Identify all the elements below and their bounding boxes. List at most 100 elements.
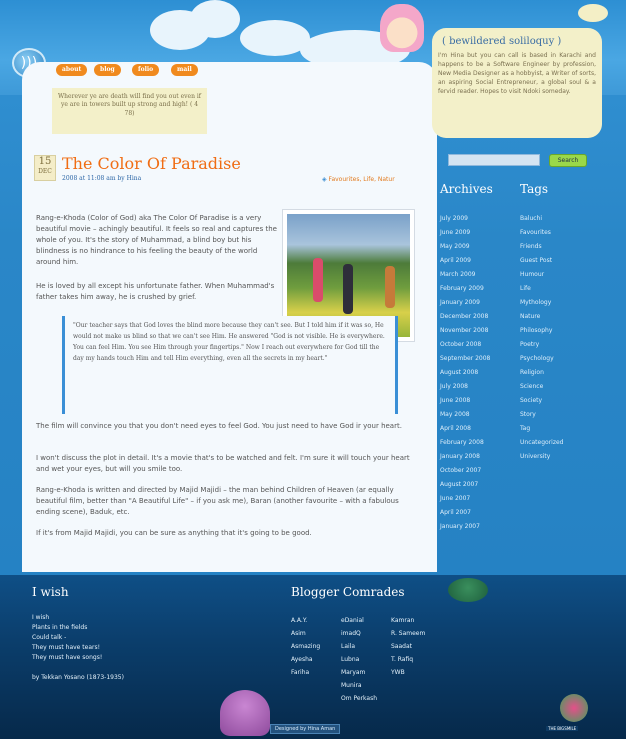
tag-link[interactable]: Mythology xyxy=(520,296,610,310)
archive-link[interactable]: December 2008 xyxy=(440,310,520,324)
archive-link[interactable]: March 2009 xyxy=(440,268,520,282)
comrade-link[interactable]: Kamran xyxy=(391,614,425,627)
comrades-col-3: Kamran R. Sameem Saadat T. Rafiq YWB xyxy=(391,614,425,679)
archive-link[interactable]: May 2008 xyxy=(440,408,520,422)
comrades-title: Blogger Comrades xyxy=(291,585,405,599)
tag-link[interactable]: Philosophy xyxy=(520,324,610,338)
archive-link[interactable]: July 2008 xyxy=(440,380,520,394)
comrade-link[interactable]: Ayesha xyxy=(291,653,320,666)
poem-line: I wish xyxy=(32,614,50,621)
badge-label: THE BIGSMILE xyxy=(546,726,579,731)
archives-list: July 2009 June 2009 May 2009 April 2009 … xyxy=(440,212,520,534)
turtle-illustration xyxy=(448,578,488,602)
tag-link[interactable]: Humour xyxy=(520,268,610,282)
archive-link[interactable]: April 2009 xyxy=(440,254,520,268)
archive-link[interactable]: September 2008 xyxy=(440,352,520,366)
tag-icon: ◈ xyxy=(322,176,327,183)
comrade-link[interactable]: A.A.Y. xyxy=(291,614,320,627)
tag-link[interactable]: University xyxy=(520,450,610,464)
post-paragraph: The film will convince you that you don'… xyxy=(36,422,402,430)
archive-link[interactable]: January 2007 xyxy=(440,520,520,534)
tag-link[interactable]: Poetry xyxy=(520,338,610,352)
comrade-link[interactable]: Asmazing xyxy=(291,640,320,653)
wish-title: I wish xyxy=(32,585,69,599)
tag-link[interactable]: Science xyxy=(520,380,610,394)
archive-link[interactable]: May 2009 xyxy=(440,240,520,254)
comrade-link[interactable]: Saadat xyxy=(391,640,425,653)
header-quote: Wherever ye are death will find you out … xyxy=(52,88,207,134)
tag-link[interactable]: Story xyxy=(520,408,610,422)
post-paragraph: If it's from Majid Majidi, you can be su… xyxy=(36,529,312,537)
tag-link[interactable]: Religion xyxy=(520,366,610,380)
post-title[interactable]: The Color Of Paradise xyxy=(62,154,241,173)
comrade-link[interactable]: imadQ xyxy=(341,627,377,640)
archive-link[interactable]: July 2009 xyxy=(440,212,520,226)
nav-about[interactable]: about xyxy=(56,64,88,76)
designer-credit[interactable]: Designed by Hina Aman xyxy=(270,724,341,734)
comrade-link[interactable]: Munira xyxy=(341,679,377,692)
post-blockquote: "Our teacher says that God loves the bli… xyxy=(62,316,398,414)
tags-title: Tags xyxy=(520,182,549,196)
nav-blog[interactable]: blog xyxy=(94,64,121,76)
profile-title: ( bewildered soliloquy ) xyxy=(442,36,562,47)
post-tags-links[interactable]: Favourites, Life, Natur xyxy=(329,176,395,183)
comrade-link[interactable]: T. Rafiq xyxy=(391,653,425,666)
comrade-link[interactable]: Fariha xyxy=(291,666,320,679)
archive-link[interactable]: June 2008 xyxy=(440,394,520,408)
comrade-link[interactable]: R. Sameem xyxy=(391,627,425,640)
search-button[interactable]: Search xyxy=(549,154,587,167)
cloud-decoration xyxy=(190,0,240,38)
tag-link[interactable]: Nature xyxy=(520,310,610,324)
post-meta: 2008 at 11:08 am by Hina xyxy=(62,175,142,182)
archive-link[interactable]: October 2008 xyxy=(440,338,520,352)
poem-line: Plants in the fields xyxy=(32,624,88,631)
tag-link[interactable]: Favourites xyxy=(520,226,610,240)
archive-link[interactable]: June 2009 xyxy=(440,226,520,240)
post-date: 15 DEC xyxy=(34,155,56,181)
tag-link[interactable]: Uncategorized xyxy=(520,436,610,450)
bird-illustration xyxy=(578,4,608,22)
post-paragraph: He is loved by all except his unfortunat… xyxy=(36,282,275,301)
tag-link[interactable]: Baluchi xyxy=(520,212,610,226)
post-month: DEC xyxy=(38,168,52,175)
wish-poem: I wish Plants in the fields Could talk -… xyxy=(32,613,124,683)
nav-mail[interactable]: mail xyxy=(171,64,198,76)
comrade-link[interactable]: Asim xyxy=(291,627,320,640)
tag-link[interactable]: Psychology xyxy=(520,352,610,366)
archive-link[interactable]: June 2007 xyxy=(440,492,520,506)
poem-line: They must have songs! xyxy=(32,654,103,661)
post-paragraph: Rang-e-Khoda (Color of God) aka The Colo… xyxy=(36,214,277,266)
archive-link[interactable]: April 2008 xyxy=(440,422,520,436)
tags-list: Baluchi Favourites Friends Guest Post Hu… xyxy=(520,212,610,464)
archive-link[interactable]: November 2008 xyxy=(440,324,520,338)
post-paragraph: Rang-e-Khoda is written and directed by … xyxy=(36,486,399,516)
tag-link[interactable]: Friends xyxy=(520,240,610,254)
poem-author: by Tekkan Yosano (1873-1935) xyxy=(32,674,124,681)
archive-link[interactable]: January 2009 xyxy=(440,296,520,310)
archive-link[interactable]: February 2009 xyxy=(440,282,520,296)
octopus-illustration xyxy=(220,690,270,736)
archive-link[interactable]: October 2007 xyxy=(440,464,520,478)
comrade-link[interactable]: Om Perkash xyxy=(341,692,377,705)
archive-link[interactable]: January 2008 xyxy=(440,450,520,464)
comrade-link[interactable]: YWB xyxy=(391,666,425,679)
tag-link[interactable]: Society xyxy=(520,394,610,408)
tag-link[interactable]: Life xyxy=(520,282,610,296)
nav-folio[interactable]: folio xyxy=(132,64,160,76)
comrade-link[interactable]: eDanial xyxy=(341,614,377,627)
search-input[interactable] xyxy=(448,154,540,166)
comrades-col-2: eDanial imadQ Laila Lubna Maryam Munira … xyxy=(341,614,377,705)
archive-link[interactable]: February 2008 xyxy=(440,436,520,450)
comrade-link[interactable]: Lubna xyxy=(341,653,377,666)
archive-link[interactable]: August 2008 xyxy=(440,366,520,380)
post-day: 15 xyxy=(38,156,52,167)
bigsmile-badge-icon[interactable] xyxy=(560,694,588,722)
comrade-link[interactable]: Maryam xyxy=(341,666,377,679)
tag-link[interactable]: Tag xyxy=(520,422,610,436)
tag-link[interactable]: Guest Post xyxy=(520,254,610,268)
comrade-link[interactable]: Laila xyxy=(341,640,377,653)
archive-link[interactable]: April 2007 xyxy=(440,506,520,520)
poem-line: They must have tears! xyxy=(32,644,100,651)
archive-link[interactable]: August 2007 xyxy=(440,478,520,492)
poem-line xyxy=(32,663,124,673)
